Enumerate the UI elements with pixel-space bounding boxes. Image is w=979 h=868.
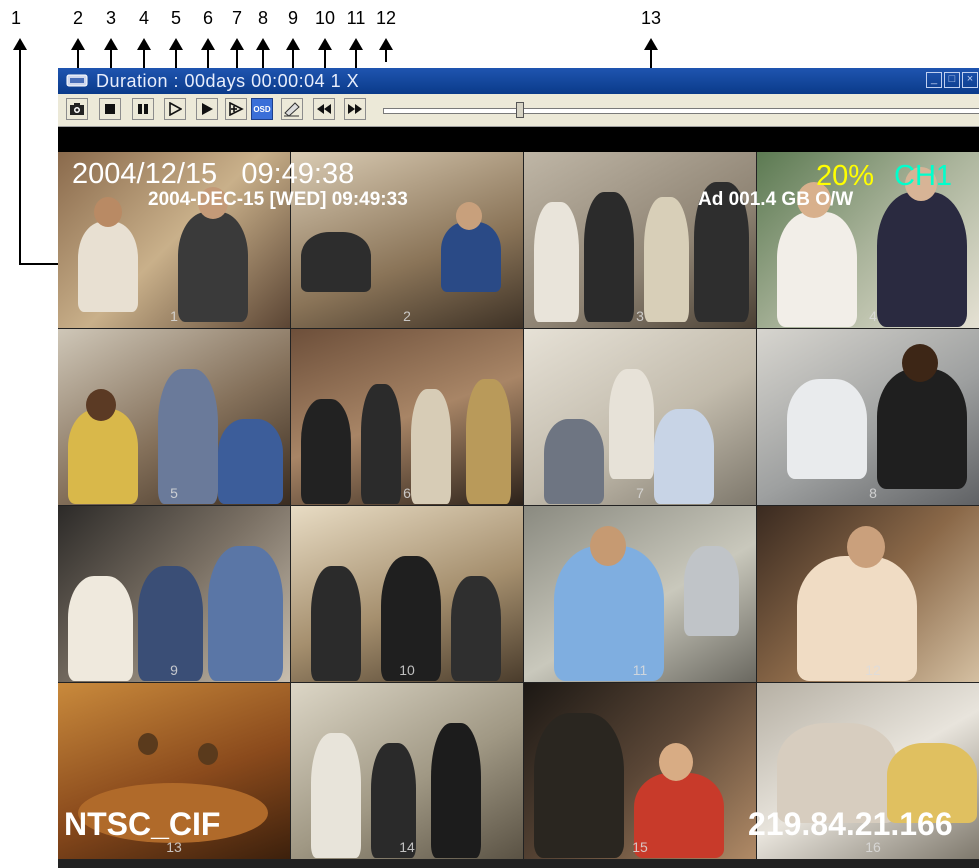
forward-icon <box>348 104 362 114</box>
fast-play-icon <box>229 102 244 116</box>
cell-number: 5 <box>170 485 178 501</box>
stop-button[interactable] <box>99 98 121 120</box>
camera-cell[interactable]: 8 <box>757 329 979 505</box>
camera-cell[interactable]: 1 <box>58 152 290 328</box>
camera-cell[interactable]: 13 <box>58 683 290 859</box>
pause-icon <box>138 104 148 114</box>
callout-10: 10 <box>314 8 336 28</box>
callout-3: 3 <box>105 8 117 28</box>
callout-2: 2 <box>72 8 84 28</box>
window-title: Duration : 00days 00:00:04 1 X <box>96 70 360 91</box>
cell-number: 3 <box>636 308 644 324</box>
camera-cell[interactable]: 10 <box>291 506 523 682</box>
cell-number: 15 <box>632 839 648 855</box>
cell-number: 12 <box>865 662 881 678</box>
playback-toolbar: OSD <box>58 94 979 127</box>
window-controls: _ □ × <box>926 72 978 88</box>
camera-cell[interactable]: 15 <box>524 683 756 859</box>
snapshot-button[interactable] <box>66 98 88 120</box>
minimize-button[interactable]: _ <box>926 72 942 88</box>
camera-cell[interactable]: 2 <box>291 152 523 328</box>
camera-cell[interactable]: 7 <box>524 329 756 505</box>
cell-number: 1 <box>170 308 178 324</box>
callout-4: 4 <box>138 8 150 28</box>
camera-grid: 1 2 3 4 5 6 7 8 9 10 11 12 13 14 15 16 <box>58 152 979 868</box>
cell-number: 13 <box>166 839 182 855</box>
callout-8: 8 <box>257 8 269 28</box>
rewind-button[interactable] <box>313 98 335 120</box>
cell-number: 10 <box>399 662 415 678</box>
callout-13: 13 <box>640 8 662 28</box>
cell-number: 11 <box>632 662 648 678</box>
callout-9: 9 <box>287 8 299 28</box>
play-icon <box>202 103 213 115</box>
maximize-button[interactable]: □ <box>944 72 960 88</box>
progress-slider-track[interactable] <box>383 108 979 114</box>
callout-7: 7 <box>231 8 243 28</box>
camera-cell[interactable]: 12 <box>757 506 979 682</box>
osd-button[interactable]: OSD <box>251 98 273 120</box>
rewind-icon <box>317 104 331 114</box>
title-bar[interactable]: Duration : 00days 00:00:04 1 X _ □ × <box>58 68 979 94</box>
cell-number: 2 <box>403 308 411 324</box>
forward-button[interactable] <box>344 98 366 120</box>
fast-play-button[interactable] <box>225 98 247 120</box>
camera-cell[interactable]: 16 <box>757 683 979 859</box>
camera-cell[interactable]: 14 <box>291 683 523 859</box>
camera-icon <box>70 103 84 115</box>
close-button[interactable]: × <box>962 72 978 88</box>
cell-number: 14 <box>399 839 415 855</box>
search-button[interactable] <box>281 98 303 120</box>
app-icon <box>66 74 88 87</box>
callout-11: 11 <box>346 8 366 28</box>
camera-cell[interactable]: 6 <box>291 329 523 505</box>
cell-number: 6 <box>403 485 411 501</box>
callout-12: 12 <box>375 8 397 28</box>
camera-cell[interactable]: 5 <box>58 329 290 505</box>
play-button[interactable] <box>196 98 218 120</box>
camera-cell[interactable]: 9 <box>58 506 290 682</box>
stop-icon <box>105 104 115 114</box>
progress-slider-thumb[interactable] <box>516 102 524 118</box>
pen-icon <box>284 102 300 117</box>
playback-window: Duration : 00days 00:00:04 1 X _ □ × OSD <box>58 68 979 868</box>
slow-play-icon <box>169 102 182 116</box>
pause-button[interactable] <box>132 98 154 120</box>
camera-cell[interactable]: 4 <box>757 152 979 328</box>
slow-play-button[interactable] <box>164 98 186 120</box>
arrow-12 <box>379 38 393 62</box>
arrow-1 <box>13 38 27 265</box>
callout-6: 6 <box>202 8 214 28</box>
callout-5: 5 <box>170 8 182 28</box>
camera-cell[interactable]: 11 <box>524 506 756 682</box>
callout-1: 1 <box>10 8 22 28</box>
camera-cell[interactable]: 3 <box>524 152 756 328</box>
cell-number: 8 <box>869 485 877 501</box>
cell-number: 16 <box>865 839 881 855</box>
cell-number: 9 <box>170 662 178 678</box>
cell-number: 4 <box>869 308 877 324</box>
cell-number: 7 <box>636 485 644 501</box>
